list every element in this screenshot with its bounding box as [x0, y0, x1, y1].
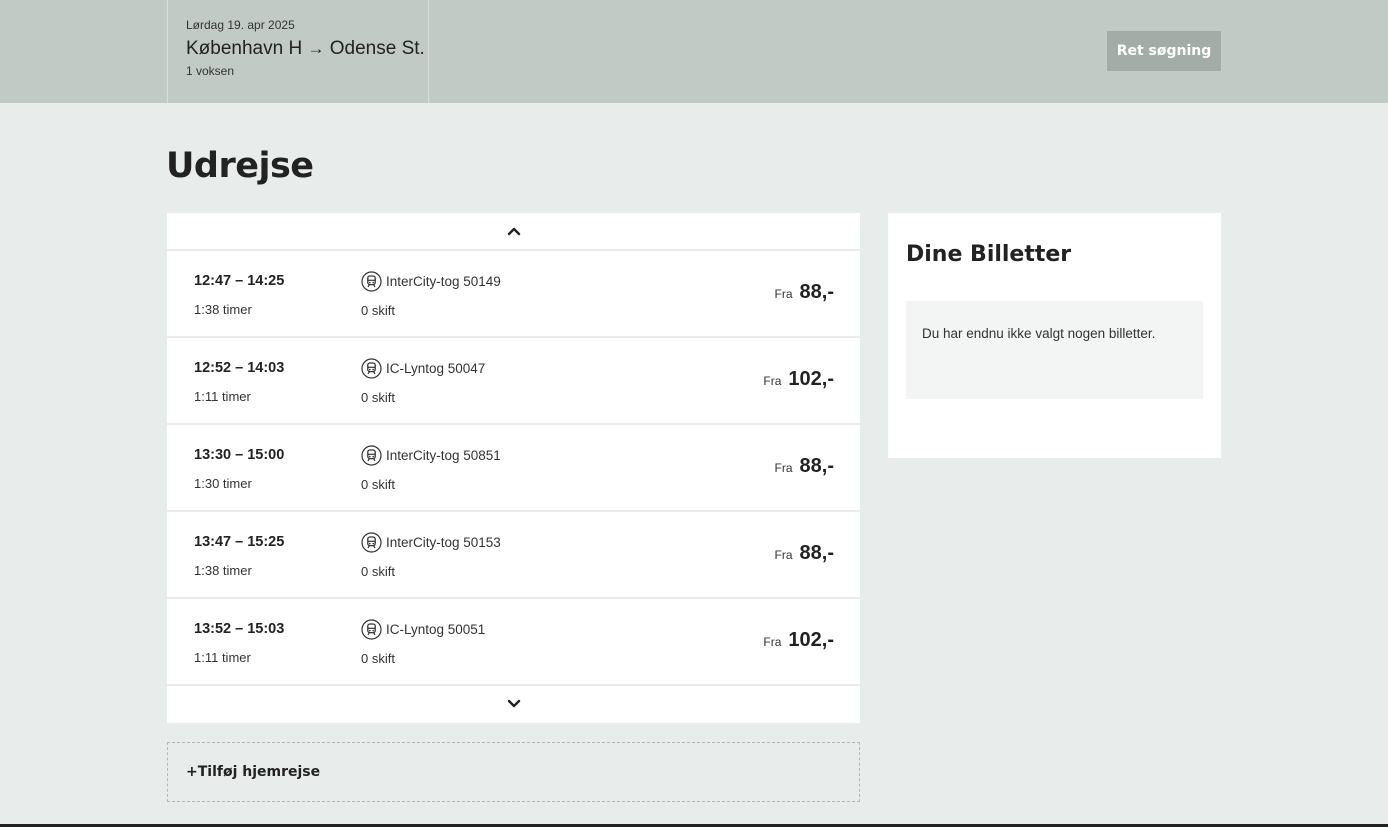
price-prefix: Fra	[774, 548, 793, 562]
journey-duration: 1:11 timer	[194, 389, 251, 404]
journey-duration: 1:11 timer	[194, 650, 251, 665]
price-prefix: Fra	[763, 374, 782, 388]
train-info: InterCity-tog 50153	[361, 532, 501, 553]
journey-price: Fra 102,-	[763, 629, 834, 652]
journey-price: Fra 102,-	[763, 368, 834, 391]
trip-date: Lørdag 19. apr 2025	[186, 18, 295, 32]
journey-times: 13:47 – 15:25	[194, 534, 285, 550]
scroll-earlier-button[interactable]	[167, 213, 860, 251]
price-prefix: Fra	[774, 461, 793, 475]
destination-station: Odense St.	[329, 38, 425, 59]
add-return-button[interactable]: +Tilføj hjemrejse	[167, 742, 860, 802]
journey-changes: 0 skift	[361, 564, 395, 579]
price-amount: 102,-	[788, 629, 834, 651]
journey-row[interactable]: 13:52 – 15:03 1:11 timer IC-Lyntog 50051…	[167, 599, 860, 686]
train-icon	[361, 532, 382, 553]
journey-price: Fra 88,-	[775, 542, 834, 565]
price-amount: 88,-	[799, 542, 834, 564]
journey-times: 12:52 – 14:03	[194, 360, 285, 376]
scroll-later-button[interactable]	[167, 686, 860, 722]
tickets-empty-message: Du har endnu ikke valgt nogen billetter.	[906, 301, 1203, 399]
journey-price: Fra 88,-	[775, 455, 834, 478]
price-amount: 88,-	[799, 455, 834, 477]
train-info: IC-Lyntog 50047	[361, 358, 485, 379]
train-info: InterCity-tog 50149	[361, 271, 501, 292]
trip-summary: Lørdag 19. apr 2025 København H → Odense…	[167, 0, 429, 103]
tickets-title: Dine Billetter	[906, 242, 1072, 267]
route-arrow-icon: →	[307, 39, 325, 58]
journey-times: 13:52 – 15:03	[194, 621, 285, 637]
train-name: InterCity-tog 50153	[386, 535, 501, 550]
price-prefix: Fra	[774, 287, 793, 301]
journey-duration: 1:30 timer	[194, 476, 252, 491]
chevron-down-icon	[507, 699, 520, 708]
train-name: InterCity-tog 50149	[386, 274, 501, 289]
journey-row[interactable]: 12:47 – 14:25 1:38 timer InterCity-tog 5…	[167, 251, 860, 338]
journey-duration: 1:38 timer	[194, 302, 252, 317]
origin-station: København H	[186, 38, 303, 59]
train-icon	[361, 358, 382, 379]
edit-search-button[interactable]: Ret søgning	[1107, 31, 1221, 71]
train-info: InterCity-tog 50851	[361, 445, 501, 466]
journey-row[interactable]: 13:30 – 15:00 1:30 timer InterCity-tog 5…	[167, 425, 860, 512]
chevron-up-icon	[507, 227, 520, 236]
train-icon	[361, 619, 382, 640]
top-header: Lørdag 19. apr 2025 København H → Odense…	[0, 0, 1388, 103]
passenger-count: 1 voksen	[186, 64, 235, 78]
journey-times: 12:47 – 14:25	[194, 273, 285, 289]
train-name: InterCity-tog 50851	[386, 448, 501, 463]
journey-duration: 1:38 timer	[194, 563, 252, 578]
train-info: IC-Lyntog 50051	[361, 619, 485, 640]
journey-price: Fra 88,-	[775, 281, 834, 304]
trip-route: København H → Odense St.	[186, 38, 428, 60]
train-icon	[361, 445, 382, 466]
price-prefix: Fra	[763, 635, 782, 649]
journey-times: 13:30 – 15:00	[194, 447, 285, 463]
train-name: IC-Lyntog 50051	[386, 622, 486, 637]
journey-changes: 0 skift	[361, 651, 395, 666]
price-amount: 88,-	[799, 281, 834, 303]
journey-row[interactable]: 12:52 – 14:03 1:11 timer IC-Lyntog 50047…	[167, 338, 860, 425]
tickets-panel: Dine Billetter Du har endnu ikke valgt n…	[888, 213, 1221, 458]
journey-list: 12:47 – 14:25 1:38 timer InterCity-tog 5…	[167, 213, 860, 723]
journey-row[interactable]: 13:47 – 15:25 1:38 timer InterCity-tog 5…	[167, 512, 860, 599]
journey-changes: 0 skift	[361, 303, 395, 318]
journey-changes: 0 skift	[361, 390, 395, 405]
train-icon	[361, 271, 382, 292]
train-name: IC-Lyntog 50047	[386, 361, 486, 376]
journey-changes: 0 skift	[361, 477, 395, 492]
page-title: Udrejse	[166, 146, 314, 186]
price-amount: 102,-	[788, 368, 834, 390]
